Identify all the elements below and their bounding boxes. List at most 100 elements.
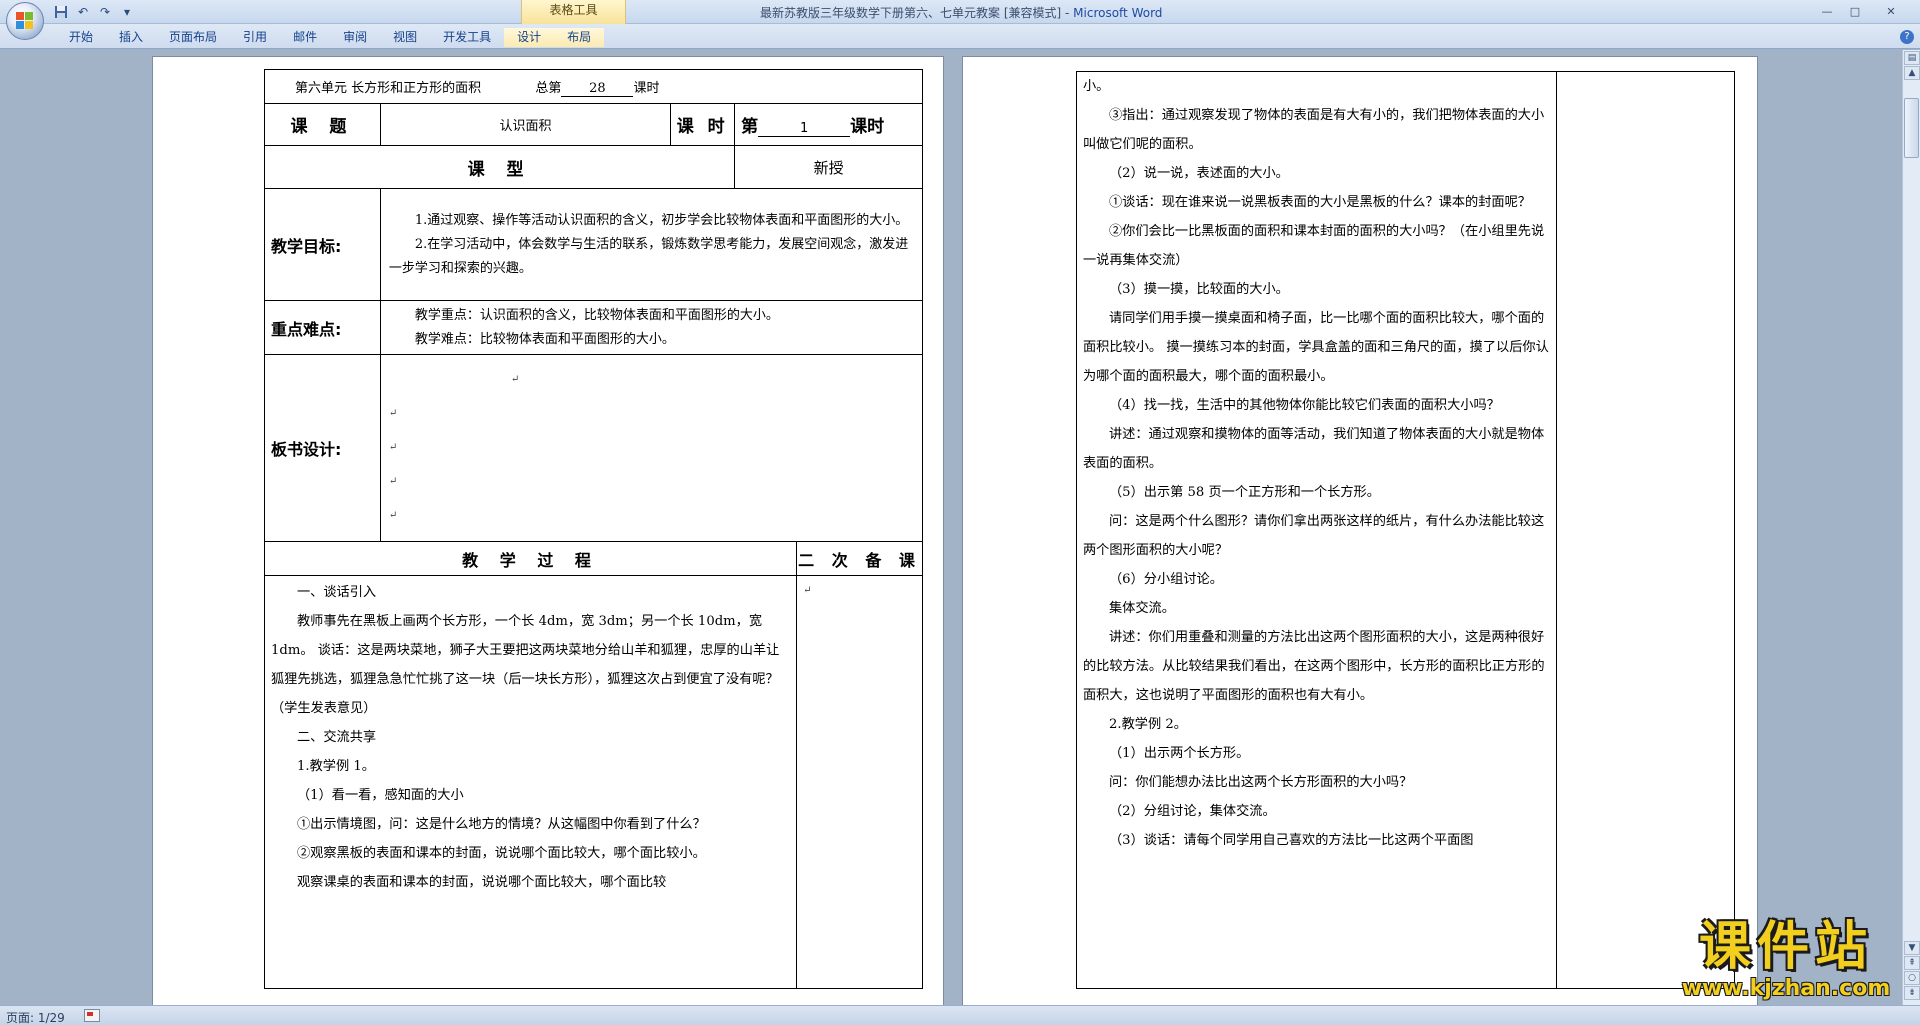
goals-cell[interactable]: 1.通过观察、操作等活动认识面积的含义，初步学会比较物体表面和平面图形的大小。 …	[379, 188, 924, 301]
process-paragraph: （3）摸一摸，比较面的大小。	[1109, 282, 1289, 297]
period-prefix: 第	[741, 117, 759, 137]
process-paragraph: 教师事先在黑板上画两个长方形，一个长 4dm，宽 3dm；另一个长 10dm，宽…	[271, 614, 780, 716]
ribbon-tabs: 开始 插入 页面布局 引用 邮件 审阅 视图 开发工具 设计 布局	[56, 28, 605, 47]
process-paragraph: 一、谈话引入	[297, 585, 377, 600]
process-paragraph: 问：这是两个什么图形？请你们拿出两张这样的纸片，有什么办法能比较这两个图形面积的…	[1083, 514, 1545, 558]
process-paragraph: （5）出示第 58 页一个正方形和一个长方形。	[1109, 485, 1380, 500]
unit-title: 第六单元 长方形和正方形的面积	[295, 80, 482, 96]
tab-table-layout[interactable]: 布局	[554, 28, 605, 47]
period-number: 1	[758, 121, 851, 137]
ruler-toggle-icon[interactable]: ▤	[1904, 51, 1920, 65]
title-separator: -	[1061, 6, 1074, 20]
help-icon[interactable]: ?	[1900, 30, 1914, 44]
lesson-plan-table-continued: 小。 ③指出：通过观察发现了物体的表面是有大有小的，我们把物体表面的大小叫做它们…	[1075, 71, 1735, 989]
customize-qat-icon[interactable]: ▾	[118, 4, 136, 21]
process-paragraph: （6）分小组讨论。	[1109, 572, 1223, 587]
tab-view[interactable]: 视图	[380, 28, 430, 47]
process-paragraph: 集体交流。	[1109, 601, 1175, 616]
process-paragraph: ①出示情境图，问：这是什么地方的情境？从这幅图中你看到了什么？	[297, 817, 706, 832]
process-paragraph: ③指出：通过观察发现了物体的表面是有大有小的，我们把物体表面的大小叫做它们呢的面…	[1083, 108, 1545, 152]
process-cell-continued[interactable]: 小。 ③指出：通过观察发现了物体的表面是有大有小的，我们把物体表面的大小叫做它们…	[1075, 71, 1558, 989]
tab-home[interactable]: 开始	[56, 28, 106, 47]
process-paragraph: （1）出示两个长方形。	[1109, 746, 1250, 761]
app-name: Microsoft Word	[1073, 6, 1163, 20]
process-paragraph: ②观察黑板的表面和课本的封面，说说哪个面比较大，哪个面比较小。	[297, 846, 706, 861]
lesson-type-label: 课 型	[263, 145, 736, 189]
process-paragraph: （4）找一找，生活中的其他物体你能比较它们表面的面积大小吗？	[1109, 398, 1500, 413]
browse-object-icon[interactable]: ○	[1904, 971, 1920, 985]
second-prep-cell-continued[interactable]	[1556, 71, 1735, 989]
process-paragraph: 二、交流共享	[297, 730, 377, 745]
minimize-button[interactable]: —	[1814, 2, 1840, 20]
process-paragraph: （2）分组讨论，集体交流。	[1109, 804, 1276, 819]
ribbon: 开始 插入 页面布局 引用 邮件 审阅 视图 开发工具 设计 布局 ?	[0, 24, 1920, 49]
board-design-cell[interactable]: ↵ ↵ ↵ ↵ ↵	[379, 354, 924, 542]
period-cell[interactable]: 第 1 课时	[734, 103, 923, 146]
maximize-button[interactable]: □	[1842, 2, 1868, 20]
scroll-up-icon[interactable]: ▲	[1904, 66, 1920, 80]
tab-developer[interactable]: 开发工具	[430, 28, 504, 47]
tab-mailings[interactable]: 邮件	[280, 28, 330, 47]
process-paragraph: 观察课桌的表面和课本的封面，说说哪个面比较大，哪个面比较	[297, 875, 667, 890]
tab-review[interactable]: 审阅	[330, 28, 380, 47]
close-button[interactable]: ✕	[1870, 2, 1912, 20]
process-paragraph: （3）谈话：请每个同学用自己喜欢的方法比一比这两个平面图	[1109, 833, 1474, 848]
board-design-label: 板书设计:	[264, 354, 381, 542]
topic-value[interactable]: 认识面积	[379, 103, 672, 146]
table-tools-context-header: 表格工具	[521, 0, 626, 24]
process-cell[interactable]: 一、谈话引入 教师事先在黑板上画两个长方形，一个长 4dm，宽 3dm；另一个长…	[263, 575, 798, 989]
window-controls: — □ ✕	[1814, 2, 1912, 20]
scroll-down-icon[interactable]: ▼	[1904, 941, 1920, 955]
scrollbar-bottom-controls: ▼ ⇞ ○ ⇟	[1903, 940, 1920, 1001]
document-page-1[interactable]: 第六单元 长方形和正方形的面积 总第 28 课时 课 题 认识面积 课 时 第 1 课时…	[152, 56, 944, 1005]
total-period-suffix: 课时	[633, 80, 660, 96]
goal-item: 1.通过观察、操作等活动认识面积的含义，初步学会比较物体表面和平面图形的大小。	[414, 212, 909, 228]
undo-icon[interactable]: ↶	[74, 4, 92, 21]
quick-access-toolbar: ↶ ↷ ▾	[52, 3, 136, 21]
total-period-number: 28	[561, 81, 634, 97]
process-paragraph: （1）看一看，感知面的大小	[297, 788, 464, 803]
next-page-icon[interactable]: ⇟	[1904, 986, 1920, 1000]
window-title: 最新苏教版三年级数学下册第六、七单元教案 [兼容模式] - Microsoft …	[760, 4, 1162, 21]
key-point-item: 教学难点：比较物体表面和平面图形的大小。	[414, 331, 675, 347]
office-logo-icon	[16, 12, 34, 30]
tab-insert[interactable]: 插入	[106, 28, 156, 47]
document-page-2[interactable]: 小。 ③指出：通过观察发现了物体的表面是有大有小的，我们把物体表面的大小叫做它们…	[962, 56, 1758, 1005]
process-paragraph: 讲述：你们用重叠和测量的方法比出这两个图形面积的大小，这是两种很好的比较方法。从…	[1083, 630, 1545, 703]
process-paragraph: 讲述：通过观察和摸物体的面等活动，我们知道了物体表面的大小就是物体表面的面积。	[1083, 427, 1545, 471]
process-paragraph: ①谈话：现在谁来说一说黑板表面的大小是黑板的什么？课本的封面呢？	[1109, 195, 1531, 210]
unit-header-cell[interactable]: 第六单元 长方形和正方形的面积 总第 28 课时	[264, 69, 923, 104]
process-paragraph: 请同学们用手摸一摸桌面和椅子面，比一比哪个面的面积比较大，哪个面的面积比较小。 …	[1083, 311, 1549, 384]
goal-item: 2.在学习活动中，体会数学与生活的联系，锻炼数学思考能力，发展空间观念，激发进一…	[388, 236, 909, 276]
key-points-cell[interactable]: 教学重点：认识面积的含义，比较物体表面和平面图形的大小。 教学难点：比较物体表面…	[379, 300, 924, 355]
total-period-prefix: 总第	[535, 80, 562, 96]
lesson-plan-table: 第六单元 长方形和正方形的面积 总第 28 课时 课 题 认识面积 课 时 第 1 课时…	[263, 69, 924, 989]
process-paragraph: 问：你们能想办法比出这两个长方形面积的大小吗？	[1109, 775, 1413, 790]
document-workspace: 第六单元 长方形和正方形的面积 总第 28 课时 课 题 认识面积 课 时 第 1 课时…	[0, 50, 1902, 1005]
document-title: 最新苏教版三年级数学下册第六、七单元教案 [兼容模式]	[760, 6, 1062, 20]
status-bar: 页面: 1/29	[0, 1005, 1920, 1025]
proofing-icon[interactable]	[84, 1009, 100, 1022]
second-prep-cell[interactable]: ↵	[796, 575, 923, 989]
previous-page-icon[interactable]: ⇞	[1904, 956, 1920, 970]
lesson-type-value[interactable]: 新授	[734, 145, 923, 189]
redo-icon[interactable]: ↷	[96, 4, 114, 21]
vertical-scrollbar[interactable]: ▤ ▲ ▼ ⇞ ○ ⇟	[1902, 50, 1920, 1005]
watermark-url: www.kjzhan.com	[1681, 976, 1891, 1001]
tab-references[interactable]: 引用	[230, 28, 280, 47]
save-icon[interactable]	[52, 4, 70, 21]
title-bar: ↶ ↷ ▾ 表格工具 最新苏教版三年级数学下册第六、七单元教案 [兼容模式] -…	[0, 0, 1920, 24]
key-points-label: 重点难点:	[264, 300, 381, 355]
period-label: 课 时	[670, 103, 736, 146]
process-paragraph: （2）说一说，表述面的大小。	[1109, 166, 1289, 181]
scrollbar-thumb[interactable]	[1904, 98, 1919, 158]
tab-table-design[interactable]: 设计	[504, 28, 555, 47]
watermark-logo: 课件站 www.kjzhan.com	[1668, 918, 1904, 1008]
page-count[interactable]: 页面: 1/29	[6, 1009, 65, 1025]
process-paragraph: 1.教学例 1。	[297, 759, 375, 774]
key-point-item: 教学重点：认识面积的含义，比较物体表面和平面图形的大小。	[414, 307, 779, 323]
office-button[interactable]	[6, 2, 44, 40]
process-header: 教 学 过 程	[263, 541, 798, 576]
tab-page-layout[interactable]: 页面布局	[156, 28, 230, 47]
second-prep-header: 二 次 备 课	[796, 541, 923, 576]
